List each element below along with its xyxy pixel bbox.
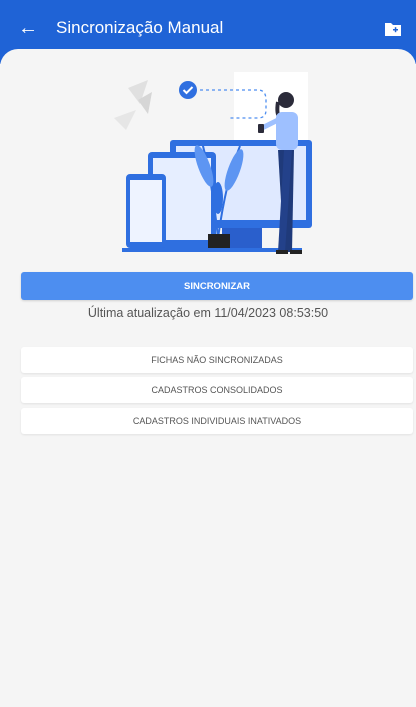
- consolidated-records-button[interactable]: CADASTROS CONSOLIDADOS: [21, 377, 413, 403]
- last-update-text: Última atualização em 11/04/2023 08:53:5…: [87, 306, 329, 320]
- page-title: Sincronização Manual: [56, 18, 224, 37]
- sync-illustration: [114, 72, 312, 254]
- folder-button[interactable]: [382, 18, 404, 40]
- back-button[interactable]: ←: [14, 14, 42, 42]
- inactivated-records-button[interactable]: CADASTROS INDIVIDUAIS INATIVADOS: [21, 408, 413, 434]
- folder-icon: [385, 23, 401, 36]
- arrow-left-icon: ←: [18, 17, 38, 39]
- sync-button[interactable]: SINCRONIZAR: [21, 272, 413, 300]
- unsynced-forms-button[interactable]: FICHAS NÃO SINCRONIZADAS: [21, 347, 413, 373]
